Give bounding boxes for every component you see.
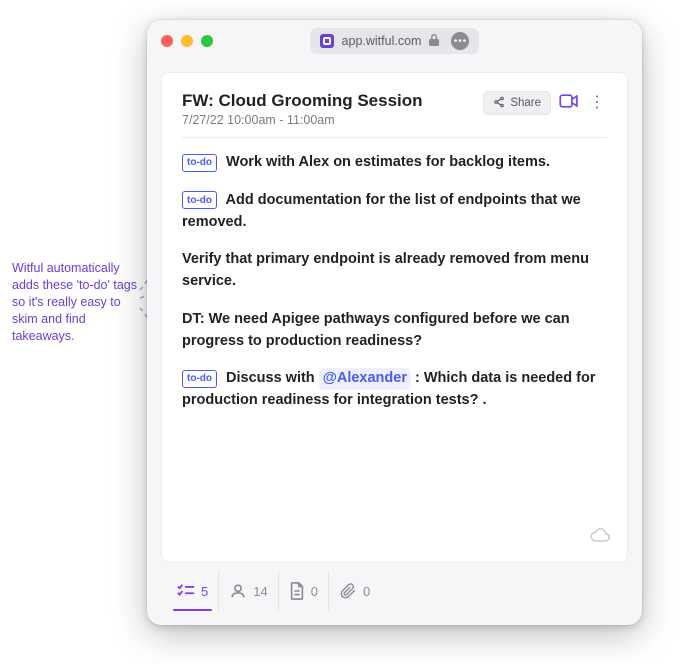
lock-icon xyxy=(429,34,439,49)
attachments-count: 0 xyxy=(363,584,370,599)
note-text: Verify that primary endpoint is already … xyxy=(182,251,589,289)
share-label: Share xyxy=(510,97,541,109)
note-line: to-do Add documentation for the list of … xyxy=(182,190,607,234)
note-text: DT: We need Apigee pathways configured b… xyxy=(182,311,570,349)
annotation-callout: Witful automatically adds these 'to-do' … xyxy=(12,260,142,344)
note-text: Discuss with xyxy=(226,370,319,386)
todo-tag: to-do xyxy=(182,191,217,209)
todos-icon xyxy=(177,583,195,599)
note-line: Verify that primary endpoint is already … xyxy=(182,249,607,293)
todo-tag: to-do xyxy=(182,370,217,388)
todo-tag: to-do xyxy=(182,154,217,172)
address-bar[interactable]: app.witful.com ••• xyxy=(310,28,480,54)
window-zoom-button[interactable] xyxy=(201,35,213,47)
meeting-datetime: 7/27/22 10:00am - 11:00am xyxy=(182,113,473,127)
meeting-card: FW: Cloud Grooming Session 7/27/22 10:00… xyxy=(161,72,628,563)
tab-todos[interactable]: 5 xyxy=(167,571,219,611)
note-line: to-do Discuss with @Alexander : Which da… xyxy=(182,368,607,412)
share-icon xyxy=(493,96,505,111)
people-icon xyxy=(229,583,247,599)
note-text: Work with Alex on estimates for backlog … xyxy=(226,154,550,170)
card-header: FW: Cloud Grooming Session 7/27/22 10:00… xyxy=(182,91,607,138)
meeting-title: FW: Cloud Grooming Session xyxy=(182,91,473,111)
note-line: to-do Work with Alex on estimates for ba… xyxy=(182,152,607,174)
address-more-button[interactable]: ••• xyxy=(451,32,469,50)
window-controls xyxy=(161,35,213,47)
more-menu-button[interactable]: ⋮ xyxy=(587,99,607,107)
mention-chip[interactable]: @Alexander xyxy=(319,368,411,390)
meeting-notes[interactable]: to-do Work with Alex on estimates for ba… xyxy=(182,152,607,428)
people-count: 14 xyxy=(253,584,267,599)
note-line: DT: We need Apigee pathways configured b… xyxy=(182,309,607,353)
titlebar: app.witful.com ••• xyxy=(147,20,642,62)
paperclip-icon xyxy=(339,582,357,600)
todos-count: 5 xyxy=(201,584,208,599)
annotation-text: Witful automatically adds these 'to-do' … xyxy=(12,261,137,343)
window-close-button[interactable] xyxy=(161,35,173,47)
note-text: Add documentation for the list of endpoi… xyxy=(182,192,581,230)
site-logo-icon xyxy=(320,34,334,48)
address-text: app.witful.com xyxy=(342,34,422,48)
video-call-button[interactable] xyxy=(559,93,579,114)
window-minimize-button[interactable] xyxy=(181,35,193,47)
content-area: FW: Cloud Grooming Session 7/27/22 10:00… xyxy=(147,62,642,625)
sync-status-icon xyxy=(589,527,611,548)
app-window: app.witful.com ••• FW: Cloud Grooming Se… xyxy=(147,20,642,625)
files-count: 0 xyxy=(311,584,318,599)
tab-bar: 5 14 0 0 xyxy=(161,571,628,611)
tab-people[interactable]: 14 xyxy=(219,571,278,611)
tab-files[interactable]: 0 xyxy=(279,571,329,611)
share-button[interactable]: Share xyxy=(483,91,551,115)
file-icon xyxy=(289,582,305,600)
tab-attachments[interactable]: 0 xyxy=(329,571,380,611)
